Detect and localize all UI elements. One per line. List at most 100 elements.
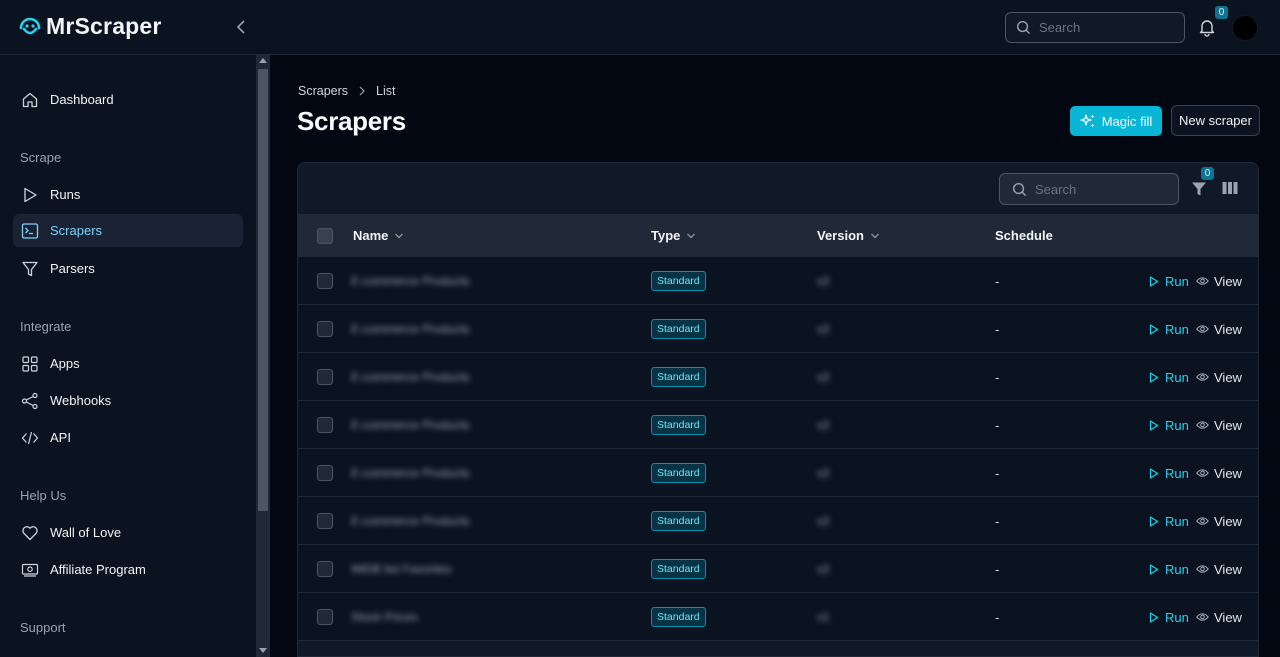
scroll-down-arrow[interactable] (259, 648, 267, 653)
scraper-name[interactable]: E-commerce Products (351, 322, 470, 336)
row-checkbox[interactable] (317, 513, 333, 529)
columns-toggle-button[interactable] (1222, 181, 1240, 197)
table-row: E-commerce Products Standard v2 - Run Vi… (298, 497, 1258, 545)
row-checkbox[interactable] (317, 417, 333, 433)
scraper-schedule: - (995, 609, 1000, 625)
scraper-version: v2 (817, 418, 830, 432)
view-button[interactable]: View (1196, 562, 1242, 577)
view-button[interactable]: View (1196, 466, 1242, 481)
sidebar-item-label: API (50, 430, 71, 445)
scraper-schedule: - (995, 513, 1000, 529)
run-button[interactable]: Run (1149, 370, 1189, 385)
scraper-name[interactable]: E-commerce Products (351, 514, 470, 528)
magic-fill-button[interactable]: Magic fill (1070, 106, 1162, 136)
column-header-name[interactable]: Name (353, 214, 404, 257)
eye-icon (1196, 277, 1209, 285)
row-checkbox[interactable] (317, 369, 333, 385)
play-icon (1149, 467, 1159, 479)
chevron-down-icon (687, 233, 696, 238)
app-name: MrScraper (46, 13, 162, 39)
run-button[interactable]: Run (1149, 610, 1189, 625)
view-button[interactable]: View (1196, 274, 1242, 289)
scraper-schedule: - (995, 561, 1000, 577)
scraper-name[interactable]: E-commerce Products (351, 370, 470, 384)
scraper-name[interactable]: IMDB list Favorites (351, 562, 452, 576)
row-checkbox[interactable] (317, 561, 333, 577)
type-badge: Standard (651, 607, 706, 627)
table-search[interactable] (999, 173, 1179, 205)
table-search-input[interactable] (1035, 181, 1165, 197)
avatar[interactable] (1232, 15, 1258, 41)
sidebar-item-scrapers[interactable]: Scrapers (13, 214, 243, 247)
view-button[interactable]: View (1196, 370, 1242, 385)
search-icon (1012, 182, 1027, 196)
row-checkbox[interactable] (317, 609, 333, 625)
global-search[interactable] (1005, 12, 1185, 43)
eye-icon (1196, 517, 1209, 525)
section-label-help-us: Help Us (20, 488, 67, 503)
sidebar-item-affiliate-program[interactable]: Affiliate Program (13, 553, 243, 586)
row-checkbox[interactable] (317, 273, 333, 289)
sidebar-item-parsers[interactable]: Parsers (13, 252, 243, 285)
row-checkbox[interactable] (317, 321, 333, 337)
table-header: Name Type Version Schedule (298, 214, 1258, 257)
run-button[interactable]: Run (1149, 418, 1189, 433)
columns-icon (1222, 182, 1238, 194)
row-checkbox[interactable] (317, 465, 333, 481)
play-icon (1149, 275, 1159, 287)
view-button[interactable]: View (1196, 418, 1242, 433)
section-label-integrate: Integrate (20, 319, 72, 334)
view-button[interactable]: View (1196, 514, 1242, 529)
table-row: E-commerce Products Standard v2 - Run Vi… (298, 401, 1258, 449)
run-button[interactable]: Run (1149, 322, 1189, 337)
sidebar-scrollbar[interactable] (256, 55, 270, 657)
notifications-button[interactable]: 0 (1197, 6, 1228, 39)
run-button[interactable]: Run (1149, 562, 1189, 577)
table-body: E-commerce Products Standard v2 - Run Vi… (298, 257, 1258, 641)
eye-icon (1196, 373, 1209, 381)
type-badge: Standard (651, 271, 706, 291)
play-icon (1149, 563, 1159, 575)
sidebar-item-runs[interactable]: Runs (13, 178, 243, 211)
scraper-name[interactable]: Stock Prices (351, 610, 418, 624)
run-button[interactable]: Run (1149, 514, 1189, 529)
sidebar-item-webhooks[interactable]: Webhooks (13, 384, 243, 417)
scraper-name[interactable]: E-commerce Products (351, 466, 470, 480)
breadcrumb-item-scrapers[interactable]: Scrapers (298, 84, 348, 98)
sidebar-item-label: Dashboard (50, 92, 114, 107)
eye-icon (1196, 613, 1209, 621)
run-button[interactable]: Run (1149, 274, 1189, 289)
sidebar-item-api[interactable]: API (13, 421, 243, 454)
global-search-input[interactable] (1039, 20, 1169, 35)
type-badge: Standard (651, 511, 706, 531)
funnel-icon (21, 260, 39, 278)
filter-button[interactable]: 0 (1191, 167, 1214, 199)
sidebar-item-wall-of-love[interactable]: Wall of Love (13, 516, 243, 549)
chevron-right-icon (359, 86, 365, 96)
new-scraper-button[interactable]: New scraper (1171, 105, 1260, 136)
scrollbar-thumb[interactable] (258, 69, 268, 511)
type-badge: Standard (651, 559, 706, 579)
scrapers-table-card: 0 Name Type Version Schedule E-commerce … (297, 162, 1259, 657)
collapse-sidebar-button[interactable] (230, 16, 252, 38)
sidebar-item-apps[interactable]: Apps (13, 347, 243, 380)
sidebar-item-dashboard[interactable]: Dashboard (13, 83, 243, 116)
type-badge: Standard (651, 463, 706, 483)
view-button[interactable]: View (1196, 322, 1242, 337)
scraper-name[interactable]: E-commerce Products (351, 418, 470, 432)
eye-icon (1196, 565, 1209, 573)
filter-icon (1192, 182, 1206, 196)
view-button[interactable]: View (1196, 610, 1242, 625)
scraper-name[interactable]: E-commerce Products (351, 274, 470, 288)
type-badge: Standard (651, 415, 706, 435)
logo[interactable]: MrScraper (18, 13, 162, 40)
type-badge: Standard (651, 367, 706, 387)
column-header-version[interactable]: Version (817, 214, 880, 257)
run-button[interactable]: Run (1149, 466, 1189, 481)
column-header-type[interactable]: Type (651, 214, 696, 257)
scroll-up-arrow[interactable] (259, 58, 267, 63)
terminal-icon (21, 222, 39, 240)
scraper-schedule: - (995, 465, 1000, 481)
select-all-checkbox[interactable] (317, 227, 333, 244)
chevron-down-icon (395, 233, 404, 238)
